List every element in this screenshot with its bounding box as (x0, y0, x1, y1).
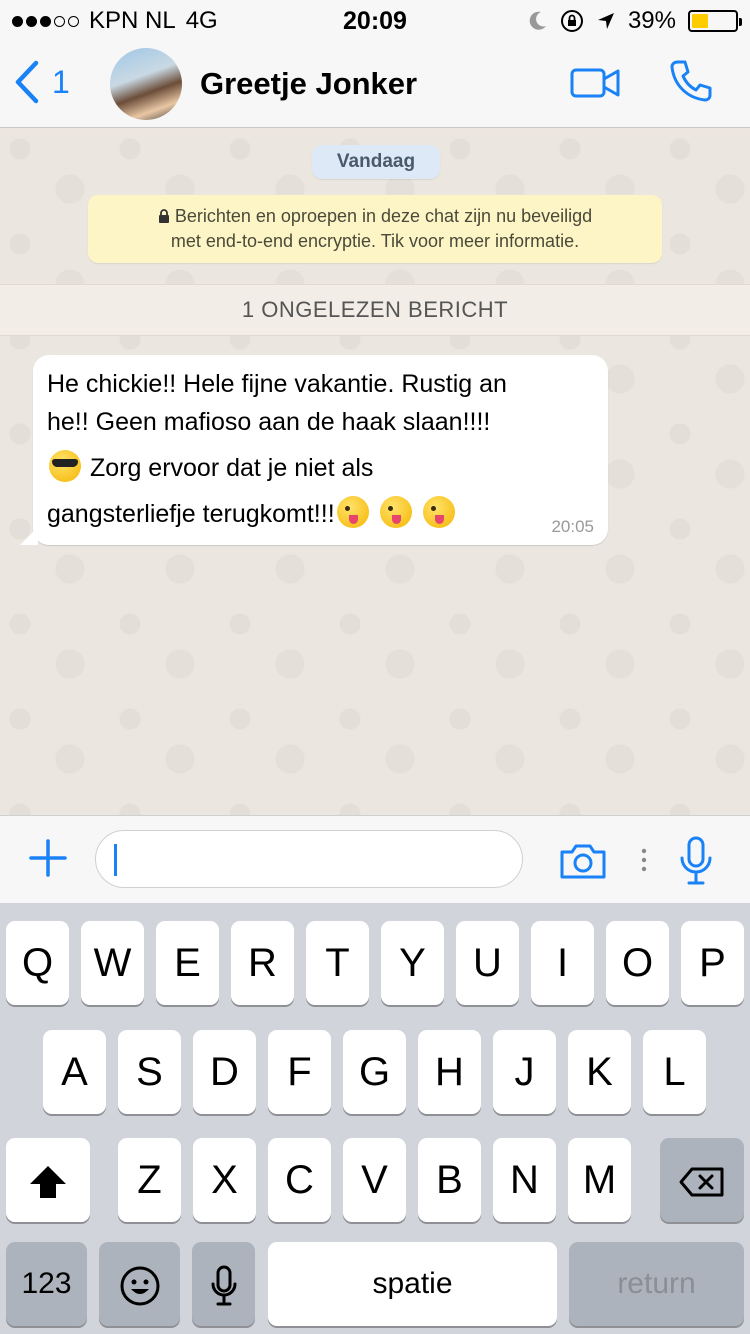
message-line-4-wrap: gangsterliefje terugkomt!!! (47, 495, 594, 533)
phone-icon[interactable] (668, 58, 714, 104)
moon-icon (529, 11, 546, 30)
key-i[interactable]: I (531, 921, 594, 1005)
status-bar: KPN NL 4G 20:09 39% (0, 0, 750, 40)
battery-icon (688, 10, 742, 32)
return-key[interactable]: return (569, 1242, 744, 1326)
microphone-icon[interactable] (678, 836, 714, 886)
winking-tongue-emoji-icon (336, 496, 369, 528)
lock-icon (158, 209, 169, 223)
key-s[interactable]: S (118, 1030, 181, 1114)
back-chevron-icon (15, 60, 39, 104)
chat-header: 1 Greetje Jonker (0, 40, 750, 128)
message-line-3: Zorg ervoor dat je niet als (89, 454, 374, 482)
message-line-4: gangsterliefje terugkomt!!! (47, 500, 335, 528)
space-key[interactable]: spatie (268, 1242, 557, 1326)
incoming-message-bubble[interactable]: He chickie!! Hele fijne vakantie. Rustig… (20, 355, 608, 545)
location-arrow-icon (597, 13, 614, 29)
key-l[interactable]: L (643, 1030, 706, 1114)
key-q[interactable]: Q (6, 921, 69, 1005)
backspace-icon (679, 1167, 724, 1197)
message-input[interactable] (95, 830, 523, 888)
message-line-2: he!! Geen mafioso aan de haak slaan!!!! (47, 408, 491, 436)
contact-name[interactable]: Greetje Jonker (200, 66, 417, 102)
unread-divider: 1 ONGELEZEN BERICHT (0, 284, 750, 336)
dictation-icon (211, 1265, 236, 1306)
key-f[interactable]: F (268, 1030, 331, 1114)
key-w[interactable]: W (81, 921, 144, 1005)
message-line-3-wrap: Zorg ervoor dat je niet als (47, 449, 594, 487)
orientation-lock-icon (560, 10, 583, 32)
key-k[interactable]: K (568, 1030, 631, 1114)
status-right: 39% (528, 7, 742, 35)
camera-icon[interactable] (558, 842, 608, 880)
dictation-key[interactable] (192, 1242, 255, 1326)
message-timestamp: 20:05 (551, 517, 594, 536)
plus-icon[interactable] (28, 838, 68, 878)
more-dots-icon[interactable] (641, 848, 647, 872)
message-line-1: He chickie!! Hele fijne vakantie. Rustig… (47, 370, 507, 398)
key-u[interactable]: U (456, 921, 519, 1005)
key-h[interactable]: H (418, 1030, 481, 1114)
date-badge: Vandaag (312, 145, 440, 179)
key-p[interactable]: P (681, 921, 744, 1005)
keyboard: Q W E R T Y U I O P A S D F G H J K L Z … (0, 903, 750, 1334)
key-o[interactable]: O (606, 921, 669, 1005)
key-x[interactable]: X (193, 1138, 256, 1222)
emoji-key[interactable] (99, 1242, 180, 1326)
emoji-icon (120, 1266, 159, 1306)
key-n[interactable]: N (493, 1138, 556, 1222)
chat-area[interactable]: Vandaag Berichten en oproepen in deze ch… (0, 129, 750, 815)
text-caret (114, 844, 117, 876)
key-v[interactable]: V (343, 1138, 406, 1222)
encryption-notice-text1: Berichten en oproepen in deze chat zijn … (174, 206, 593, 226)
key-b[interactable]: B (418, 1138, 481, 1222)
back-button[interactable]: 1 (14, 60, 70, 104)
encryption-notice[interactable]: Berichten en oproepen in deze chat zijn … (88, 195, 662, 263)
key-y[interactable]: Y (381, 921, 444, 1005)
message-input-bar (0, 815, 750, 903)
encryption-notice-line2: met end-to-end encryptie. Tik voor meer … (170, 231, 580, 251)
key-e[interactable]: E (156, 921, 219, 1005)
numbers-key[interactable]: 123 (6, 1242, 87, 1326)
winking-tongue-emoji-icon (422, 496, 455, 528)
key-r[interactable]: R (231, 921, 294, 1005)
encryption-notice-line1: Berichten en oproepen in deze chat zijn … (88, 204, 662, 229)
key-j[interactable]: J (493, 1030, 556, 1114)
battery-percent: 39% (627, 7, 676, 34)
key-m[interactable]: M (568, 1138, 631, 1222)
back-unread-count: 1 (52, 63, 70, 100)
key-a[interactable]: A (43, 1030, 106, 1114)
winking-tongue-emoji-icon (379, 496, 412, 528)
key-z[interactable]: Z (118, 1138, 181, 1222)
video-call-icon[interactable] (570, 66, 622, 100)
avatar[interactable] (110, 48, 182, 120)
shift-key[interactable] (6, 1138, 90, 1222)
battery-fill (692, 14, 709, 28)
shift-icon (30, 1166, 66, 1199)
backspace-key[interactable] (660, 1138, 744, 1222)
key-t[interactable]: T (306, 921, 369, 1005)
key-g[interactable]: G (343, 1030, 406, 1114)
sunglasses-emoji-icon (49, 450, 81, 482)
key-d[interactable]: D (193, 1030, 256, 1114)
key-c[interactable]: C (268, 1138, 331, 1222)
